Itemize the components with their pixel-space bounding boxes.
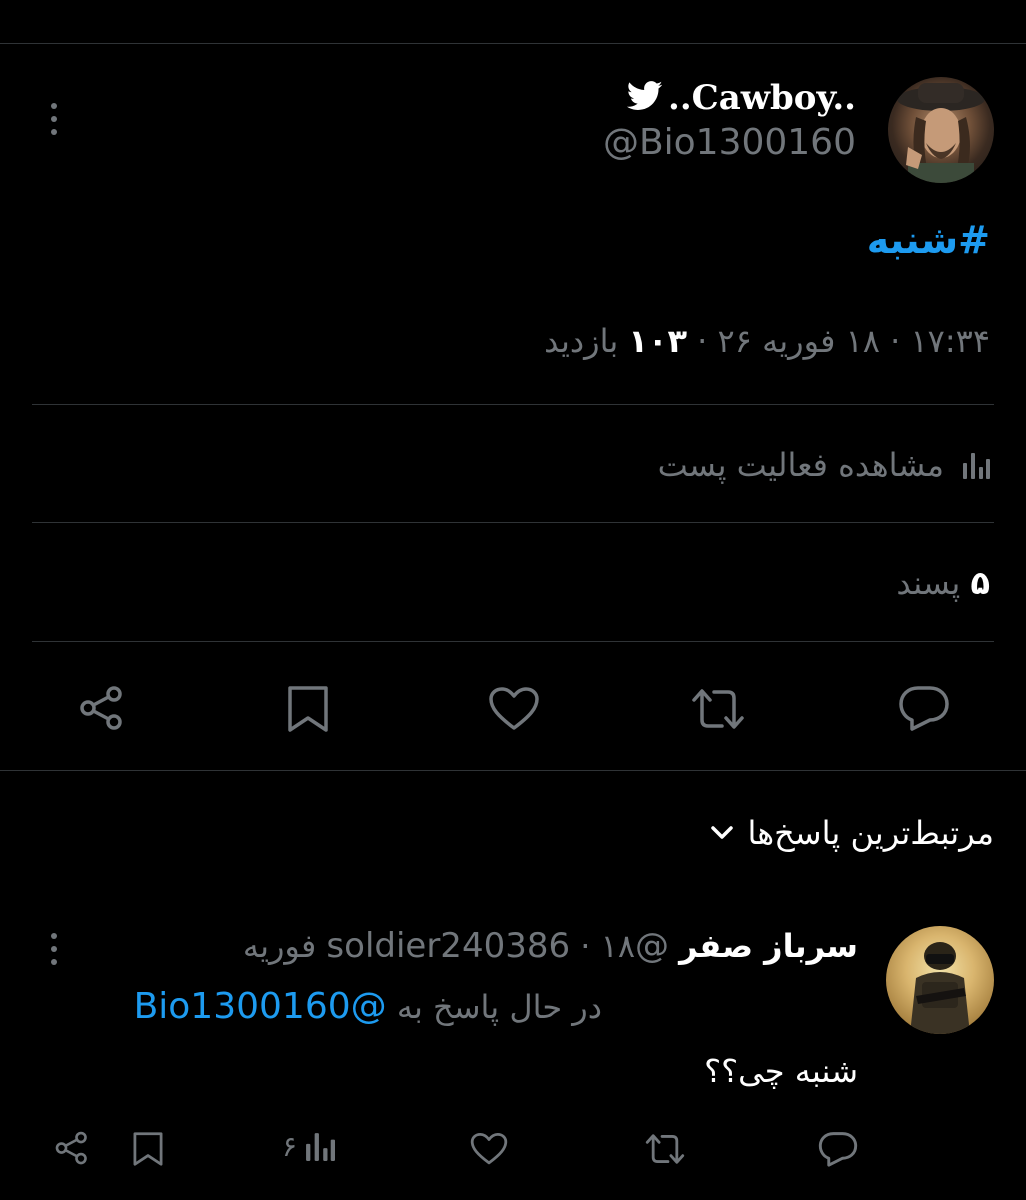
chevron-down-icon [710, 825, 734, 841]
tweet-hashtag[interactable]: #شنبه [867, 218, 990, 262]
reply-icon[interactable] [898, 684, 950, 732]
reply-icon[interactable] [818, 1130, 858, 1168]
reply-separator: · [580, 927, 591, 965]
views-label: بازدید [544, 322, 619, 360]
like-icon[interactable] [470, 1132, 508, 1166]
reply-text: شنبه چی؟؟ [704, 1052, 858, 1090]
share-icon[interactable] [78, 684, 126, 732]
tweet-author[interactable]: ..Cawboy.. @Bio1300160 [603, 78, 856, 163]
author-avatar-image [897, 83, 985, 183]
meta-separator: · [890, 322, 901, 360]
replying-to-label: در حال پاسخ به [396, 988, 602, 1026]
replying-to: در حال پاسخ به @Bio1300160 [134, 986, 602, 1027]
tweet-time: ۱۷:۳۴ [910, 322, 990, 360]
section-divider [0, 770, 1026, 771]
replies-sort-dropdown[interactable]: مرتبط‌ترین پاسخ‌ها [710, 814, 994, 852]
divider [32, 641, 994, 642]
post-activity-link[interactable]: مشاهده فعالیت پست [658, 446, 990, 484]
chart-icon [962, 449, 990, 481]
meta-separator: · [697, 322, 708, 360]
reply-avatar[interactable] [886, 926, 994, 1034]
author-name-row: ..Cawboy.. [603, 78, 856, 118]
more-icon[interactable] [44, 930, 64, 970]
tweet-meta: ۱۷:۳۴ · ۱۸ فوریه ۲۶ · ۱۰۳ بازدید [544, 322, 990, 360]
likes-label: پسند [896, 564, 961, 602]
retweet-icon[interactable] [644, 1132, 686, 1166]
chart-icon [305, 1128, 336, 1164]
divider [32, 404, 994, 405]
reply-avatar-image [910, 942, 970, 1034]
share-icon[interactable] [54, 1130, 90, 1166]
bookmark-icon[interactable] [286, 684, 330, 734]
divider [32, 522, 994, 523]
reply-display-name: سرباز صفر [679, 927, 858, 965]
like-icon[interactable] [488, 686, 540, 732]
replying-to-handle[interactable]: @Bio1300160 [134, 986, 387, 1027]
more-icon[interactable] [44, 100, 64, 140]
replies-sort-label: مرتبط‌ترین پاسخ‌ها [747, 814, 994, 852]
reply-header[interactable]: سرباز صفر @soldier240386 · ۱۸ فوریه [243, 926, 858, 966]
likes-count: ۵ [970, 564, 990, 602]
tweet-date: ۱۸ فوریه ۲۶ [717, 322, 880, 360]
likes-summary[interactable]: ۵ پسند [896, 564, 990, 602]
twitter-bird-icon [626, 81, 664, 111]
bookmark-icon[interactable] [132, 1130, 164, 1168]
author-handle: @Bio1300160 [602, 122, 856, 163]
reply-views-count: ۶ [282, 1129, 298, 1163]
activity-label: مشاهده فعالیت پست [657, 446, 944, 484]
views-count: ۱۰۳ [628, 322, 687, 360]
retweet-icon[interactable] [690, 686, 746, 732]
top-divider [0, 43, 1026, 44]
author-avatar[interactable] [888, 77, 994, 183]
reply-views[interactable]: ۶ [282, 1128, 336, 1164]
author-display-name: ..Cawboy.. [667, 78, 856, 118]
